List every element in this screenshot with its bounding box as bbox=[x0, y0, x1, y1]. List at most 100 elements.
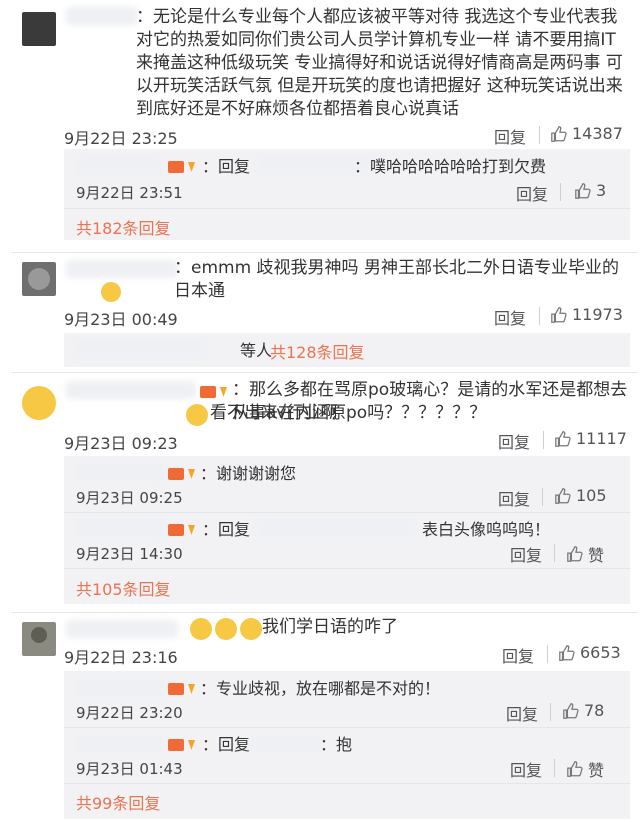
divider bbox=[542, 488, 543, 506]
avatar[interactable] bbox=[22, 386, 56, 420]
sub-replies: ：回复 ：噗哈哈哈哈哈哈打到欠费 9月22日 23:51 回复 3 共182条回… bbox=[64, 149, 630, 240]
like-count: 3 bbox=[596, 181, 607, 200]
sub-reply-time: 9月23日 01:43 bbox=[76, 760, 183, 778]
like-button[interactable]: 14387 bbox=[550, 124, 623, 143]
username-blurred bbox=[76, 679, 164, 697]
like-button[interactable]: 6653 bbox=[558, 643, 621, 662]
more-replies-link[interactable]: 共128条回复 bbox=[270, 339, 365, 363]
sub-reply-text: ：回复 bbox=[202, 157, 251, 176]
username-blurred bbox=[76, 157, 164, 175]
badge-icon bbox=[200, 384, 232, 404]
mention-blurred bbox=[250, 735, 322, 753]
badge-icon bbox=[168, 681, 200, 701]
sub-reply-text: 等人 bbox=[240, 341, 273, 360]
comment-time: 9月22日 23:25 bbox=[64, 129, 178, 148]
username-blurred bbox=[66, 260, 178, 278]
emoji-icon bbox=[186, 404, 208, 426]
like-button[interactable]: 赞 bbox=[566, 757, 604, 781]
divider bbox=[12, 252, 638, 253]
sub-reply-text-2: ：噗哈哈哈哈哈哈打到欠费 bbox=[354, 157, 547, 176]
reply-button[interactable]: 回复 bbox=[502, 643, 534, 667]
divider bbox=[547, 645, 548, 663]
username-blurred bbox=[76, 464, 164, 482]
divider bbox=[64, 512, 630, 513]
more-replies-link[interactable]: 共99条回复 bbox=[76, 790, 160, 814]
divider bbox=[12, 612, 638, 613]
comment-text: ：无论是什么专业每个人都应该被平等对待 我选这个专业代表我对它的热爱如同你们贵公… bbox=[136, 7, 623, 119]
thumb-up-icon bbox=[555, 487, 571, 504]
thumb-up-icon bbox=[575, 182, 591, 199]
like-button[interactable]: 11973 bbox=[550, 305, 623, 324]
thumb-up-icon bbox=[555, 430, 571, 447]
sub-reply-text-2: ：抱 bbox=[320, 735, 353, 754]
reply-button[interactable]: 回复 bbox=[498, 429, 530, 453]
divider bbox=[539, 307, 540, 325]
username-blurred bbox=[66, 7, 138, 25]
sub-replies: 等人 共128条回复 bbox=[64, 333, 630, 367]
sub-reply-time: 9月22日 23:20 bbox=[76, 704, 183, 722]
badge-icon bbox=[168, 522, 200, 542]
reply-button[interactable]: 回复 bbox=[510, 757, 542, 781]
thumb-up-icon bbox=[563, 702, 579, 719]
sub-reply-text-2: 表白头像呜呜呜！ bbox=[422, 520, 551, 539]
username-blurred bbox=[66, 381, 196, 399]
like-count: 6653 bbox=[580, 643, 621, 662]
reply-button[interactable]: 回复 bbox=[494, 305, 526, 329]
sub-reply-text: ：专业歧视，放在哪都是不对的！ bbox=[200, 679, 441, 698]
divider bbox=[560, 183, 561, 201]
reply-button[interactable]: 回复 bbox=[506, 701, 538, 725]
sub-replies: ：专业歧视，放在哪都是不对的！ 9月22日 23:20 回复 78 ：回复 ：抱… bbox=[64, 671, 630, 819]
username-blurred bbox=[76, 520, 164, 538]
sub-reply-time: 9月23日 09:25 bbox=[76, 489, 183, 507]
thumb-up-icon bbox=[551, 306, 567, 323]
username-blurred bbox=[76, 735, 164, 753]
like-button[interactable]: 赞 bbox=[566, 542, 604, 566]
avatar[interactable] bbox=[22, 12, 56, 46]
badge-icon bbox=[168, 466, 200, 486]
reply-button[interactable]: 回复 bbox=[516, 181, 548, 205]
badge-icon bbox=[168, 159, 200, 179]
comment-text: ：emmm 歧视我男神吗 男神王部长北二外日语专业毕业的日本通 bbox=[174, 258, 619, 301]
like-count: 105 bbox=[576, 486, 607, 505]
emoji-icon bbox=[101, 282, 121, 302]
like-button[interactable]: 3 bbox=[574, 181, 606, 200]
divider bbox=[550, 703, 551, 721]
reply-button[interactable]: 回复 bbox=[494, 124, 526, 148]
mention-blurred bbox=[256, 520, 416, 538]
divider bbox=[12, 372, 638, 373]
like-count: 78 bbox=[584, 701, 605, 720]
more-replies-link[interactable]: 共182条回复 bbox=[76, 215, 171, 239]
divider bbox=[543, 431, 544, 449]
like-button[interactable]: 78 bbox=[562, 701, 604, 720]
comment-time: 9月22日 23:16 bbox=[64, 648, 178, 667]
divider bbox=[554, 544, 555, 562]
sub-reply-time: 9月22日 23:51 bbox=[76, 184, 183, 202]
thumb-up-icon bbox=[551, 125, 567, 142]
divider bbox=[64, 568, 630, 569]
reply-button[interactable]: 回复 bbox=[498, 486, 530, 510]
comment-time: 9月23日 09:23 bbox=[64, 434, 178, 453]
emoji-icon bbox=[190, 618, 212, 640]
sub-replies: ：谢谢谢谢您 9月23日 09:25 回复 105 ：回复 表白头像呜呜呜！ 9… bbox=[64, 456, 630, 604]
badge-icon bbox=[168, 737, 200, 757]
divider bbox=[64, 783, 630, 784]
like-button[interactable]: 105 bbox=[554, 486, 607, 505]
comment-text: 我们学日语的咋了 bbox=[262, 617, 398, 637]
like-count: 赞 bbox=[588, 761, 605, 780]
like-count: 11117 bbox=[576, 429, 627, 448]
thumb-up-icon bbox=[567, 761, 583, 777]
sub-reply-text: ：回复 bbox=[202, 520, 251, 539]
sub-reply-text: ：谢谢谢谢您 bbox=[200, 464, 297, 483]
comment-text-2: 看不出来在内涵原po吗？？？？？？ bbox=[210, 403, 487, 423]
more-replies-link[interactable]: 共105条回复 bbox=[76, 576, 171, 600]
avatar[interactable] bbox=[22, 262, 56, 296]
sub-reply-time: 9月23日 14:30 bbox=[76, 545, 183, 563]
thumb-up-icon bbox=[559, 644, 575, 661]
emoji-icon bbox=[240, 618, 263, 640]
like-count: 11973 bbox=[572, 305, 623, 324]
divider bbox=[539, 126, 540, 144]
reply-button[interactable]: 回复 bbox=[510, 542, 542, 566]
like-count: 赞 bbox=[588, 546, 605, 565]
avatar[interactable] bbox=[22, 622, 56, 656]
like-button[interactable]: 11117 bbox=[554, 429, 627, 448]
